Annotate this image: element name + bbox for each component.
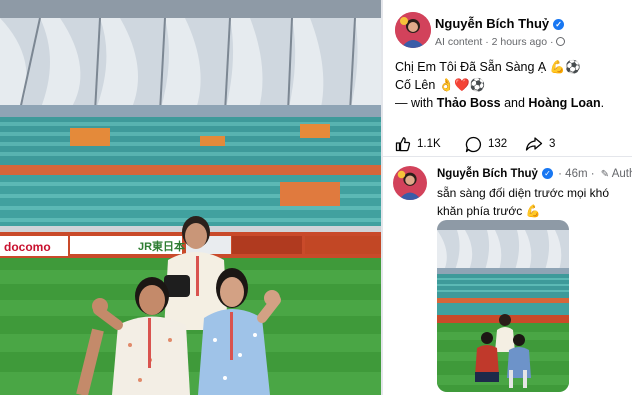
share-arrow-icon	[525, 137, 543, 151]
avatar-image	[395, 12, 431, 48]
share-button[interactable]: 3	[525, 134, 555, 154]
author-badge: ✎ Author	[601, 168, 632, 180]
globe-icon	[556, 37, 566, 46]
comment-verified-icon: ✓	[541, 168, 553, 179]
author-badge-label: Author	[611, 168, 632, 180]
comment-text: sẵn sàng đối diện trước mọi khó khăn phí…	[437, 186, 609, 218]
tagged-user-2[interactable]: Hoàng Loan	[528, 96, 600, 110]
with-prefix: — with	[395, 96, 437, 110]
comment-photo-illustration	[437, 220, 569, 392]
pencil-icon: ✎	[600, 169, 610, 180]
comment-button[interactable]: 132	[465, 134, 507, 154]
like-button[interactable]: 1.1K	[395, 134, 441, 154]
comment-photo[interactable]	[437, 220, 569, 392]
comment-header: Nguyễn Bích Thuỷ✓ · 46m · ✎ Author	[437, 168, 632, 180]
actions-divider	[383, 156, 632, 157]
comment-author-name[interactable]: Nguyễn Bích Thuỷ	[437, 168, 538, 180]
comment-author-avatar[interactable]	[393, 166, 427, 200]
comment-time[interactable]: · 46m ·	[558, 168, 594, 180]
post-photo[interactable]: docomo JR東日本	[0, 0, 381, 395]
author-name-text[interactable]: Nguyễn Bích Thuỷ	[435, 16, 549, 31]
tagged-user-1[interactable]: Thảo Boss	[437, 96, 501, 110]
caption-line-1: Chị Em Tôi Đã Sẵn Sàng Ạ 💪⚽	[395, 60, 581, 74]
stadium-photo-illustration: docomo JR東日本	[0, 0, 381, 395]
post-actions: 1.1K 132 3	[391, 132, 627, 156]
banner-jr-text: JR東日本	[138, 239, 185, 253]
verified-badge-icon: ✓	[553, 19, 565, 30]
post-header: Nguyễn Bích Thuỷ ✓ AI content · 2 hours a…	[395, 12, 630, 52]
like-count: 1.1K	[417, 138, 441, 150]
post-meta: AI content · 2 hours ago ·	[435, 36, 566, 48]
post-panel: Nguyễn Bích Thuỷ ✓ AI content · 2 hours a…	[383, 0, 632, 395]
caption-with-line: — with Thảo Boss and Hoàng Loan.	[395, 94, 627, 112]
author-name[interactable]: Nguyễn Bích Thuỷ ✓	[435, 16, 565, 31]
comment-avatar-image	[393, 166, 427, 200]
caption-line-2: Cố Lên 👌❤️⚽	[395, 78, 486, 92]
post-meta-text: AI content · 2 hours ago ·	[435, 36, 554, 48]
post-caption: Chị Em Tôi Đã Sẵn Sàng Ạ 💪⚽ Cố Lên 👌❤️⚽ …	[395, 58, 627, 112]
share-count: 3	[549, 138, 556, 150]
thumbs-up-icon	[395, 137, 411, 152]
and-word: and	[500, 96, 529, 110]
comment-bubble-icon	[465, 136, 482, 152]
caption-period: .	[600, 96, 605, 110]
banner-docomo-text: docomo	[4, 240, 51, 254]
author-avatar[interactable]	[395, 12, 431, 48]
comment-count: 132	[488, 138, 508, 150]
